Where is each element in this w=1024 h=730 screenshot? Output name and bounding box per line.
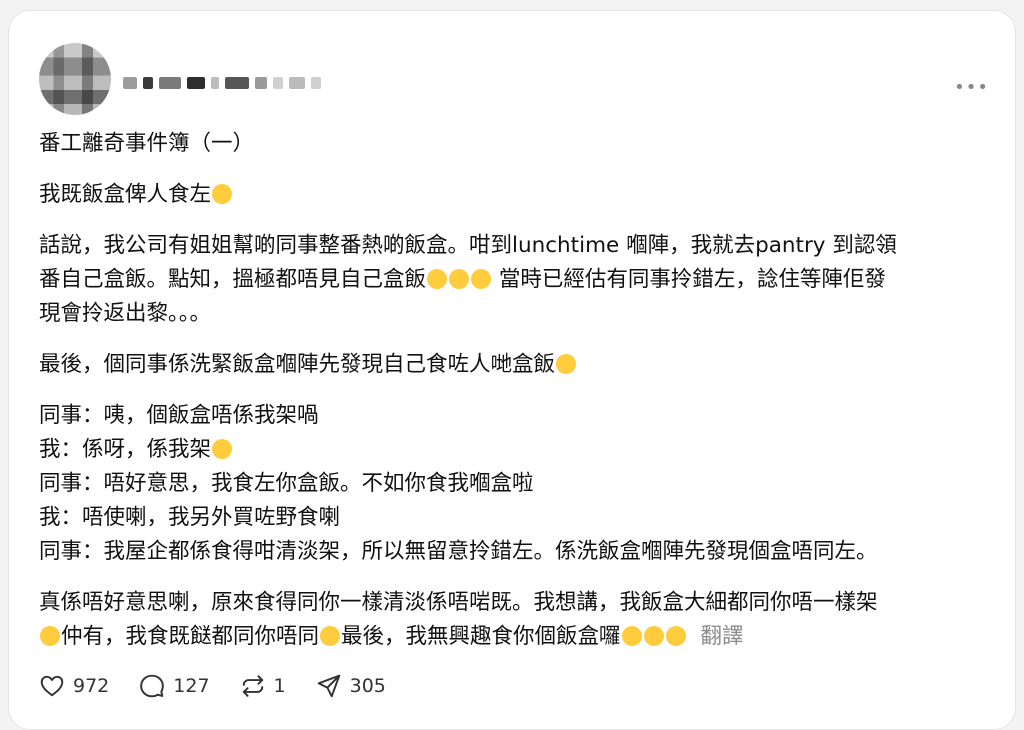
dialog-line: 我：唔使喇，我另外買咗野食喇 [39, 505, 341, 530]
eye-roll-face-emoji-icon [643, 626, 664, 646]
post-line: 番自己盒飯。點知，搵極都唔見自己盒飯 [39, 267, 427, 292]
comment-button[interactable]: 127 [139, 673, 210, 699]
redaction-block [187, 77, 205, 89]
redaction-block [311, 77, 321, 89]
zipper-mouth-face-emoji-icon [320, 626, 341, 646]
dialog-line: 我：係呀，係我架 [39, 437, 212, 462]
post-line: 我既飯盒俾人食左 [39, 182, 212, 207]
crying-face-emoji-icon [212, 184, 233, 204]
dialog-line: 同事：我屋企都係食得咁清淡架，所以無留意拎錯左。係洗飯盒嗰陣先發現個盒唔同左。 [39, 539, 878, 564]
post-title: 番工離奇事件簿（一） [39, 131, 255, 156]
redaction-block [159, 77, 181, 89]
post-line: 最後，我無興趣食你個飯盒囉 [341, 624, 621, 649]
dialog-line: 同事：唔好意思，我食左你盒飯。不如你食我嗰盒啦 [39, 471, 534, 496]
screaming-face-emoji-icon [471, 269, 492, 289]
repost-icon [242, 675, 263, 697]
more-horizontal-icon: ••• [954, 77, 989, 98]
post-line: 最後，個同事係洗緊飯盒嗰陣先發現自己食咗人哋盒飯 [39, 352, 556, 377]
eye-roll-face-emoji-icon [621, 626, 642, 646]
neutral-face-emoji-icon [556, 354, 577, 374]
post-actions: 972 127 1 305 [39, 671, 539, 701]
comment-icon [140, 674, 165, 698]
repost-button[interactable]: 1 [240, 673, 286, 699]
expressionless-face-emoji-icon [212, 439, 233, 459]
redaction-block [225, 77, 249, 89]
screaming-face-emoji-icon [449, 269, 470, 289]
redaction-block [143, 77, 153, 89]
eye-roll-face-emoji-icon [665, 626, 686, 646]
translate-link[interactable]: 翻譯 [701, 624, 744, 649]
post-line: 當時已經估有同事拎錯左，諗住等陣佢發 [498, 267, 886, 292]
post-card: █████ ••• 番工離奇事件簿（一） 我既飯盒俾人食左 話說，我公司有姐姐幫… [8, 10, 1016, 730]
redaction-block [273, 77, 283, 89]
heart-icon [40, 675, 64, 697]
author-avatar[interactable] [39, 43, 111, 115]
share-button[interactable]: 305 [316, 673, 386, 699]
confused-face-emoji-icon [40, 626, 60, 646]
dialog-line: 同事：咦，個飯盒唔係我架喎 [39, 403, 319, 428]
post-header: █████ ••• [39, 43, 999, 115]
redaction-block [123, 77, 137, 89]
redaction-block [211, 77, 219, 89]
screaming-face-emoji-icon [427, 269, 448, 289]
like-count: 972 [73, 675, 110, 697]
repost-count: 1 [273, 675, 286, 697]
share-count: 305 [349, 675, 386, 697]
author-username-redacted[interactable]: █████ [123, 71, 413, 95]
comment-count: 127 [173, 675, 210, 697]
post-body: 番工離奇事件簿（一） 我既飯盒俾人食左 話說，我公司有姐姐幫啲同事整番熱啲飯盒。… [39, 127, 989, 654]
post-line: 真係唔好意思喇，原來食得同你一樣清淡係唔啱既。我想講，我飯盒大細都同你唔一樣架 [39, 590, 878, 615]
like-button[interactable]: 972 [39, 673, 109, 699]
redaction-block [255, 77, 267, 89]
post-line: 現會拎返出黎。。。 [39, 301, 212, 326]
redaction-block [289, 77, 305, 89]
send-icon [317, 674, 340, 698]
post-line: 話說，我公司有姐姐幫啲同事整番熱啲飯盒。咁到lunchtime 嗰陣，我就去pa… [39, 233, 897, 258]
more-options-button[interactable]: ••• [954, 77, 989, 98]
post-line: 仲有，我食既餸都同你唔同 [61, 624, 320, 649]
